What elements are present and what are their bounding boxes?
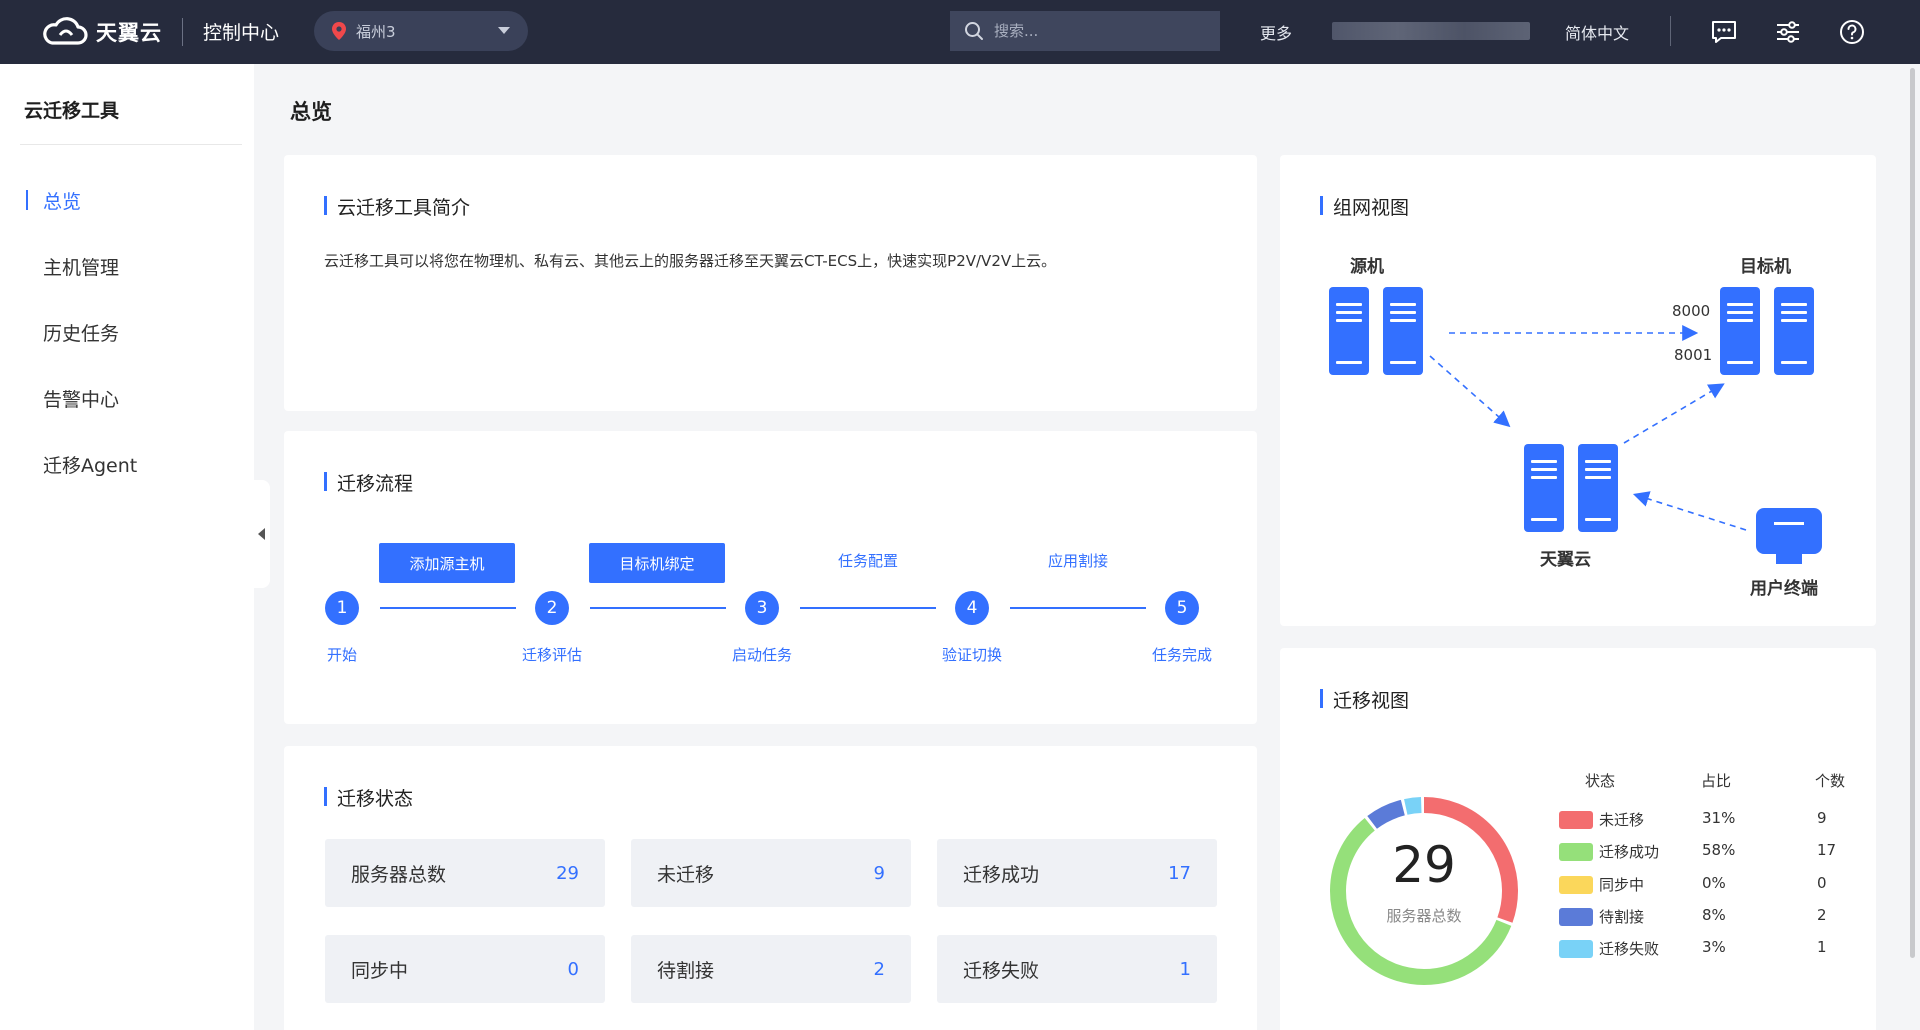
- legend-header-count: 个数: [1815, 772, 1846, 790]
- page-scrollbar[interactable]: [1910, 68, 1915, 958]
- legend-percent: 8%: [1702, 906, 1726, 924]
- cloud-server-icon: [1578, 444, 1618, 532]
- legend-row: 迁移失败 3% 1: [1559, 937, 1899, 959]
- legend-header-ratio: 占比: [1701, 772, 1732, 790]
- target-label: 目标机: [1740, 257, 1791, 277]
- legend-percent: 0%: [1702, 874, 1726, 892]
- legend-name: 未迁移: [1599, 811, 1645, 829]
- source-server-icon: [1329, 287, 1369, 375]
- cloud-server-icon: [1524, 444, 1564, 532]
- legend-count: 1: [1817, 938, 1827, 956]
- source-label: 源机: [1350, 257, 1384, 277]
- donut-total-label: 服务器总数: [1386, 907, 1462, 925]
- monitor-icon: [1756, 508, 1822, 564]
- source-server-icon: [1383, 287, 1423, 375]
- legend-row: 迁移成功 58% 17: [1559, 840, 1899, 862]
- legend-swatch: [1559, 843, 1593, 861]
- donut-total-value: 29: [1392, 836, 1456, 894]
- legend-row: 待割接 8% 2: [1559, 905, 1899, 927]
- legend-count: 17: [1817, 841, 1837, 859]
- terminal-label: 用户终端: [1750, 579, 1818, 599]
- legend-name: 迁移成功: [1599, 843, 1660, 861]
- legend-percent: 58%: [1702, 841, 1736, 859]
- port-label: 8001: [1674, 346, 1713, 364]
- legend-swatch: [1559, 811, 1593, 829]
- migration-view-title: 迁移视图: [1320, 686, 1409, 713]
- legend-row: 未迁移 31% 9: [1559, 808, 1899, 830]
- target-server-icon: [1720, 287, 1760, 375]
- legend-percent: 3%: [1702, 938, 1726, 956]
- legend-count: 0: [1817, 874, 1827, 892]
- legend-name: 同步中: [1599, 876, 1645, 894]
- legend-name: 待割接: [1599, 908, 1645, 926]
- legend-name: 迁移失败: [1599, 940, 1660, 958]
- legend-header-status: 状态: [1585, 772, 1616, 790]
- port-label: 8000: [1672, 302, 1711, 320]
- legend-count: 9: [1817, 809, 1827, 827]
- legend-swatch: [1559, 908, 1593, 926]
- target-server-icon: [1774, 287, 1814, 375]
- legend-swatch: [1559, 876, 1593, 894]
- legend-percent: 31%: [1702, 809, 1736, 827]
- cloud-label: 天翼云: [1540, 550, 1591, 570]
- legend-row: 同步中 0% 0: [1559, 873, 1899, 895]
- legend-swatch: [1559, 940, 1593, 958]
- legend-count: 2: [1817, 906, 1827, 924]
